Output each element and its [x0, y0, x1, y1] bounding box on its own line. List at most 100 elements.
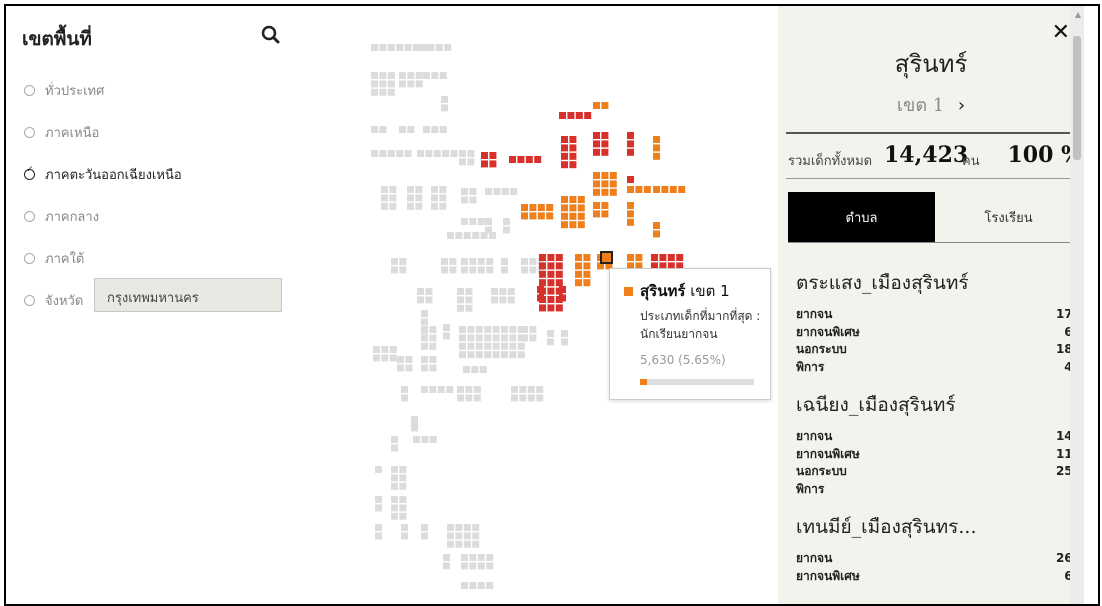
district-cell[interactable] [441, 96, 448, 103]
district-cell[interactable] [465, 386, 473, 393]
radio-whole-country[interactable]: ทั่วประเทศ [24, 80, 104, 101]
district-cell[interactable] [467, 351, 475, 359]
district-cell[interactable] [389, 202, 397, 210]
district-cell[interactable] [510, 188, 518, 195]
district-cell[interactable] [472, 232, 480, 239]
district-cell[interactable] [555, 279, 563, 287]
district-cell[interactable] [547, 304, 555, 312]
district-cell[interactable] [575, 279, 582, 287]
district-cell[interactable] [465, 296, 473, 304]
district-cell[interactable] [429, 364, 437, 372]
district-cell[interactable] [421, 524, 428, 531]
district-cell[interactable] [473, 394, 481, 402]
district-cell[interactable] [627, 218, 634, 226]
district-cell[interactable] [491, 296, 498, 304]
district-cell[interactable] [431, 72, 439, 79]
subdistrict-group[interactable]: ตระแสง_เมืองสุรินทร์ ยากจน 170 ยากจนพิเศษ… [796, 268, 1081, 376]
district-cell[interactable] [489, 160, 497, 168]
district-cell[interactable] [441, 104, 448, 112]
district-cell[interactable] [575, 254, 582, 261]
district-cell[interactable] [446, 386, 454, 393]
district-cell[interactable] [561, 212, 568, 220]
district-cell[interactable] [391, 258, 398, 265]
district-cell[interactable] [472, 524, 480, 531]
district-cell[interactable] [461, 188, 468, 195]
district-cell[interactable] [593, 188, 600, 196]
district-cell[interactable] [653, 230, 660, 238]
district-cell[interactable] [421, 364, 428, 372]
district-cell[interactable] [457, 394, 464, 402]
district-cell[interactable] [397, 356, 404, 363]
district-cell[interactable] [455, 540, 463, 548]
district-cell[interactable] [421, 532, 428, 540]
district-cell[interactable] [678, 186, 686, 193]
district-cell[interactable] [404, 150, 412, 157]
district-selector[interactable]: เขต 1 › [778, 90, 1084, 119]
district-cell[interactable] [459, 326, 466, 333]
radio-province[interactable]: จังหวัด [24, 290, 83, 311]
district-cell[interactable] [499, 296, 507, 304]
district-cell[interactable] [421, 318, 428, 326]
district-cell[interactable] [379, 126, 387, 133]
district-cell[interactable] [575, 270, 582, 278]
search-icon[interactable] [258, 22, 284, 48]
district-cell[interactable] [561, 204, 568, 212]
district-cell[interactable] [413, 436, 420, 443]
district-cell[interactable] [473, 386, 481, 393]
district-cell[interactable] [439, 72, 447, 79]
district-cell[interactable] [429, 356, 437, 363]
district-cell[interactable] [459, 150, 466, 157]
district-cell[interactable] [517, 156, 525, 163]
district-cell[interactable] [421, 356, 428, 363]
district-cell[interactable] [517, 351, 525, 359]
district-cell[interactable] [601, 180, 609, 188]
district-cell[interactable] [601, 140, 609, 148]
district-cell[interactable] [415, 72, 423, 79]
district-cell[interactable] [539, 270, 546, 278]
district-cell[interactable] [459, 342, 466, 350]
district-cell[interactable] [511, 394, 518, 402]
district-cell[interactable] [489, 232, 496, 239]
district-cell[interactable] [441, 266, 448, 274]
district-cell[interactable] [583, 279, 591, 287]
district-cell[interactable] [609, 172, 617, 179]
district-cell[interactable] [503, 218, 510, 225]
district-cell[interactable] [486, 258, 494, 265]
district-cell[interactable] [501, 188, 509, 195]
district-cell[interactable] [455, 524, 463, 531]
district-cell[interactable] [559, 286, 566, 293]
district-cell[interactable] [561, 330, 568, 337]
district-cell[interactable] [527, 394, 535, 402]
district-cell[interactable] [583, 270, 591, 278]
district-cell[interactable] [399, 512, 407, 520]
district-cell[interactable] [477, 582, 485, 589]
district-cell[interactable] [583, 262, 591, 270]
district-cell[interactable] [493, 188, 501, 195]
district-cell[interactable] [547, 287, 555, 295]
district-cell[interactable] [484, 342, 492, 350]
district-cell[interactable] [593, 102, 600, 109]
district-cell[interactable] [479, 366, 487, 373]
district-cell[interactable] [469, 266, 477, 274]
district-cell[interactable] [425, 150, 433, 157]
district-cell[interactable] [381, 346, 389, 353]
district-cell[interactable] [389, 354, 397, 362]
tab-subdistrict[interactable]: ตำบล [788, 192, 935, 242]
district-cell[interactable] [401, 532, 408, 540]
district-cell[interactable] [659, 254, 667, 261]
district-cell[interactable] [539, 262, 546, 270]
subdistrict-group[interactable]: เฉนียง_เมืองสุรินทร์ ยากจน 146 ยากจนพิเศษ… [796, 390, 1081, 498]
district-cell[interactable] [480, 232, 488, 239]
chevron-right-icon[interactable]: › [958, 95, 965, 116]
district-cell[interactable] [379, 44, 387, 51]
district-cell[interactable] [561, 136, 568, 143]
district-cell[interactable] [371, 44, 378, 51]
district-cell[interactable] [389, 346, 397, 353]
district-cell[interactable] [405, 364, 413, 372]
district-cell[interactable] [371, 150, 378, 157]
district-cell[interactable] [447, 540, 454, 548]
district-cell[interactable] [529, 212, 537, 220]
district-cell[interactable] [387, 80, 395, 88]
district-cell[interactable] [555, 254, 563, 261]
district-cell[interactable] [547, 262, 555, 270]
